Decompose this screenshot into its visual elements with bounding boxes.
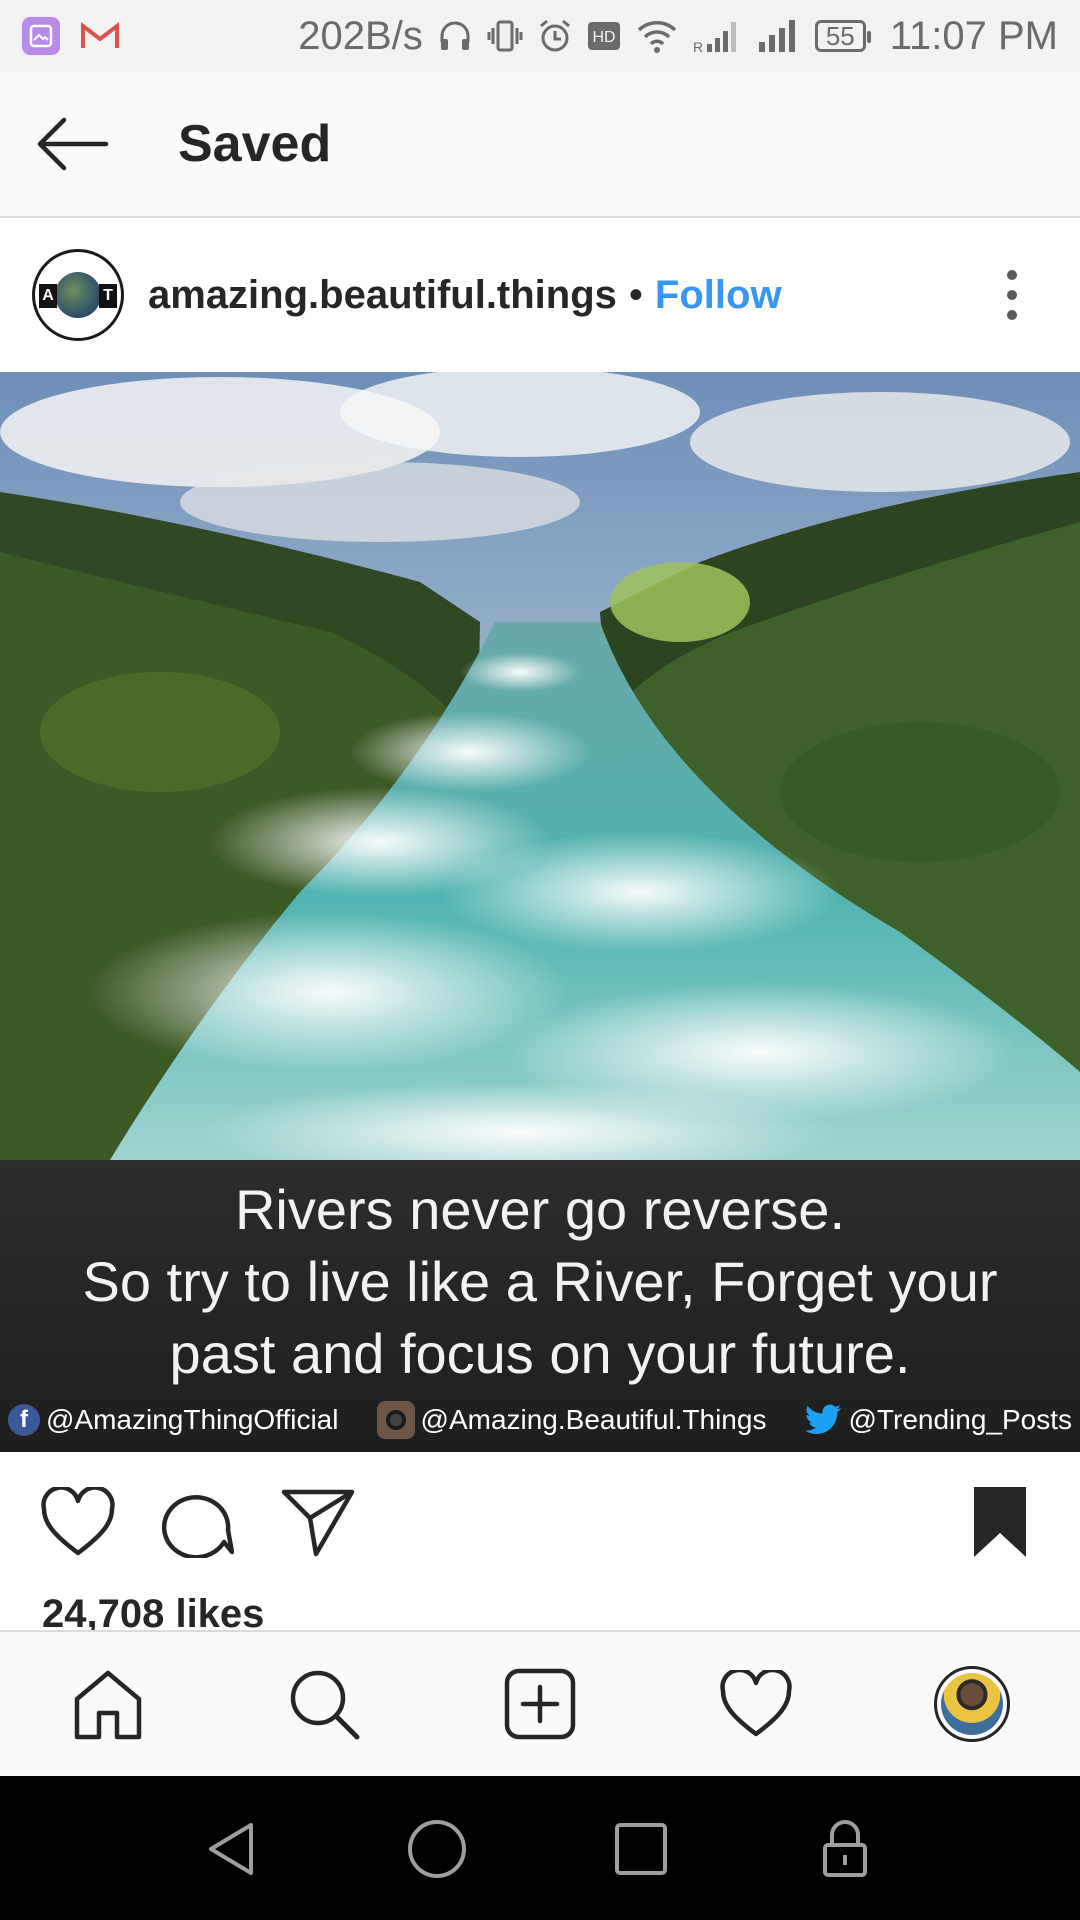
home-icon — [74, 1670, 142, 1740]
headphones-icon — [437, 18, 473, 54]
facebook-icon: f — [8, 1404, 40, 1436]
save-button[interactable] — [960, 1482, 1040, 1562]
nav-search[interactable] — [276, 1656, 372, 1752]
app-bar: Saved — [0, 72, 1080, 218]
clock: 11:07 PM — [889, 13, 1058, 58]
gmail-icon — [80, 21, 120, 51]
signal-icon — [757, 18, 801, 54]
activity-heart-icon — [720, 1670, 792, 1737]
more-dot-icon — [1007, 310, 1017, 320]
account-avatar[interactable]: A T — [32, 249, 124, 341]
network-speed: 202B/s — [298, 13, 423, 58]
quote-line: past and focus on your future. — [169, 1322, 911, 1385]
separator-dot: • — [628, 272, 643, 317]
nav-activity[interactable] — [708, 1656, 804, 1752]
status-bar: 202B/s HD R 55 11:07 PM — [0, 0, 1080, 72]
more-dot-icon — [1007, 290, 1017, 300]
search-icon — [290, 1670, 360, 1740]
circle-home-icon — [408, 1820, 466, 1878]
instagram-handle-text: @Amazing.Beautiful.Things — [420, 1404, 767, 1435]
river-photo — [0, 372, 1080, 1160]
facebook-handle-text: @AmazingThingOfficial — [46, 1404, 339, 1435]
heart-icon — [41, 1487, 115, 1556]
twitter-handle: @Trending_Posts — [804, 1404, 1073, 1436]
social-handles: f @AmazingThingOfficial @Amazing.Beautif… — [0, 1392, 1080, 1448]
globe-logo-icon — [55, 272, 101, 318]
comment-bubble-icon — [162, 1495, 234, 1558]
send-paper-plane-icon — [281, 1489, 355, 1557]
wifi-icon — [635, 18, 679, 54]
nav-profile[interactable] — [924, 1656, 1020, 1752]
signal-roaming-icon: R — [693, 18, 743, 54]
triangle-back-icon — [209, 1823, 253, 1875]
more-options-button[interactable] — [992, 255, 1032, 335]
like-button[interactable] — [38, 1482, 118, 1562]
system-lock-button[interactable] — [800, 1804, 890, 1894]
quote-band: Rivers never go reverse. So try to live … — [0, 1160, 1080, 1452]
new-post-icon — [504, 1668, 576, 1740]
svg-text:HD: HD — [592, 29, 615, 46]
system-recents-button[interactable] — [596, 1804, 686, 1894]
comment-button[interactable] — [158, 1482, 238, 1562]
follow-button[interactable]: Follow — [655, 273, 782, 318]
bookmark-filled-icon — [974, 1487, 1026, 1557]
profile-avatar — [934, 1666, 1010, 1742]
back-button[interactable] — [24, 96, 120, 192]
instagram-handle: @Amazing.Beautiful.Things — [376, 1401, 767, 1439]
twitter-handle-text: @Trending_Posts — [848, 1404, 1073, 1435]
post-header: A T amazing.beautiful.things • Follow — [0, 218, 1080, 372]
system-home-button[interactable] — [392, 1804, 482, 1894]
quote-line: So try to live like a River, Forget your — [82, 1250, 998, 1313]
alarm-icon — [537, 18, 573, 54]
battery-indicator: 55 — [814, 20, 871, 52]
system-nav-bar — [0, 1776, 1080, 1920]
svg-text:R: R — [693, 39, 703, 54]
system-back-button[interactable] — [188, 1804, 278, 1894]
avatar-letter-right: T — [99, 284, 117, 308]
bottom-nav — [0, 1630, 1080, 1776]
instagram-icon — [376, 1401, 415, 1439]
post-username[interactable]: amazing.beautiful.things — [148, 273, 617, 318]
twitter-bird-icon — [804, 1404, 841, 1434]
share-button[interactable] — [278, 1482, 358, 1562]
vibrate-icon — [487, 18, 523, 54]
square-recents-icon — [615, 1823, 667, 1875]
quote-text: Rivers never go reverse. So try to live … — [0, 1174, 1080, 1390]
nav-home[interactable] — [60, 1656, 156, 1752]
gallery-app-icon — [22, 17, 60, 55]
quote-line: Rivers never go reverse. — [234, 1178, 845, 1241]
post-image[interactable]: Rivers never go reverse. So try to live … — [0, 372, 1080, 1452]
hd-icon: HD — [587, 21, 621, 51]
post-actions — [0, 1452, 1080, 1592]
avatar-letter-left: A — [39, 284, 57, 308]
back-arrow-icon — [37, 117, 109, 171]
facebook-handle: f @AmazingThingOfficial — [8, 1404, 338, 1436]
page-title: Saved — [178, 115, 332, 173]
nav-new-post[interactable] — [492, 1656, 588, 1752]
lock-icon — [823, 1820, 867, 1877]
more-dot-icon — [1007, 270, 1017, 280]
